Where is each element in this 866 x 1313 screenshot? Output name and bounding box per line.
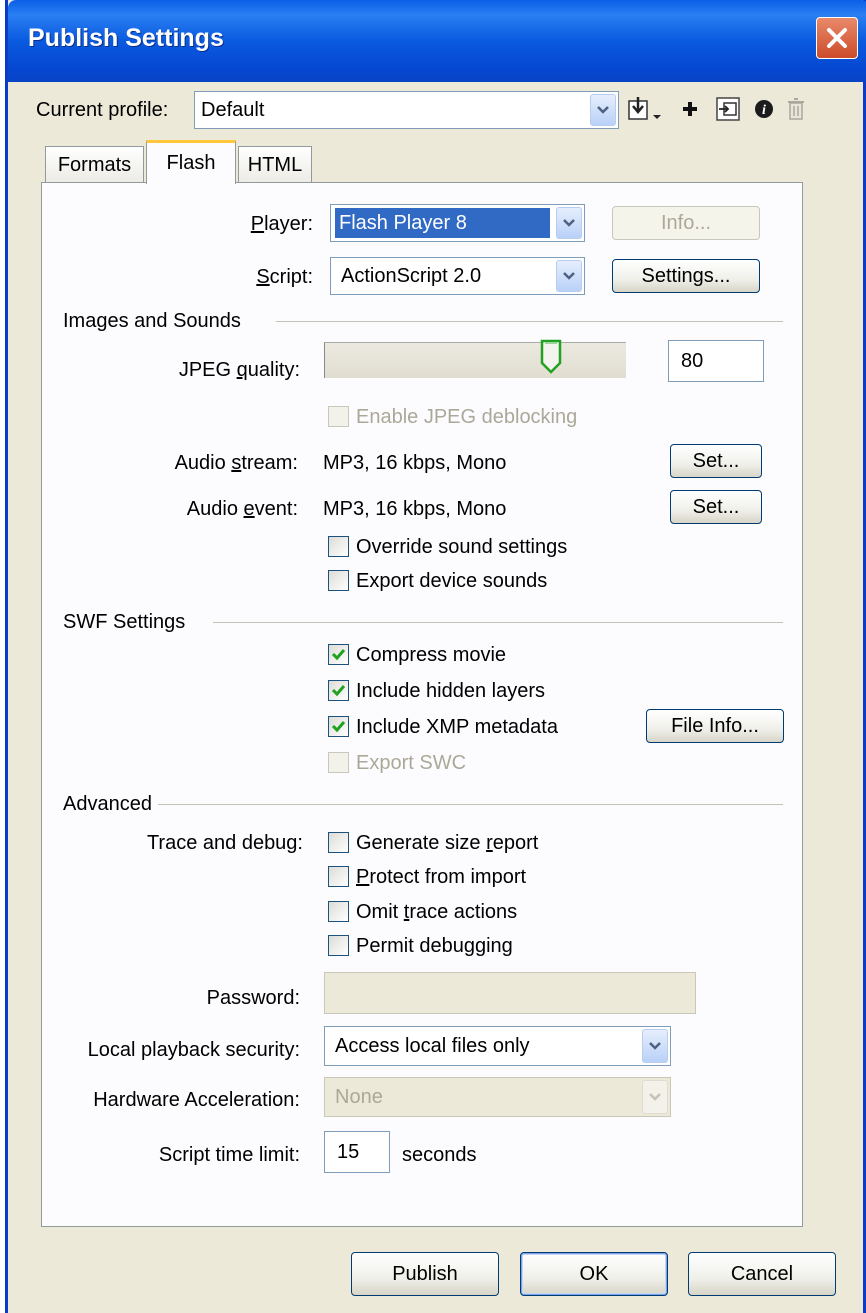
omit-trace-actions-checkbox[interactable] [328,901,349,922]
publish-button[interactable]: Publish [351,1252,499,1296]
chevron-down-icon[interactable] [590,94,616,126]
checkmark-icon [331,649,346,661]
script-settings-button[interactable]: Settings... [612,259,760,293]
checkmark-icon [331,721,346,733]
local-playback-security-dropdown[interactable]: Access local files only [324,1026,671,1066]
info-button[interactable]: Info... [612,206,760,240]
local-playback-security-value: Access local files only [335,1034,530,1057]
script-time-limit-label: Script time limit: [158,1144,300,1166]
protect-from-import-checkbox[interactable] [328,866,349,887]
profile-value: Default [201,98,265,121]
hardware-acceleration-dropdown[interactable]: None [324,1077,671,1117]
override-sound-label: Override sound settings [356,536,568,558]
profile-info-icon: i [755,100,773,118]
generate-size-report-checkbox[interactable] [328,832,349,853]
file-info-button[interactable]: File Info... [646,709,784,743]
swf-settings-heading: SWF Settings [63,611,186,633]
hardware-acceleration-value: None [335,1085,383,1108]
export-swc-label: Export SWC [356,752,467,774]
audio-stream-set-button[interactable]: Set... [670,444,762,478]
advanced-heading: Advanced [63,793,152,815]
override-sound-checkbox[interactable] [328,536,349,557]
permit-debugging-checkbox[interactable] [328,935,349,956]
cancel-button[interactable]: Cancel [688,1252,836,1296]
password-label: Password: [206,987,300,1009]
title-bar[interactable]: Publish Settings [8,0,866,82]
script-value: ActionScript 2.0 [341,264,482,287]
include-hidden-layers-label: Include hidden layers [356,680,546,702]
images-sounds-heading: Images and Sounds [63,310,241,332]
chevron-down-icon[interactable] [642,1080,668,1114]
svg-text:i: i [762,103,766,118]
swf-settings-divider [213,622,783,623]
add-profile-icon [683,102,697,116]
tab-html[interactable]: HTML [238,146,312,183]
seconds-label: seconds [402,1144,477,1166]
audio-event-value: MP3, 16 kbps, Mono [323,498,507,520]
add-profile-button[interactable] [675,94,705,124]
images-sounds-divider [276,321,783,322]
chevron-down-icon[interactable] [642,1029,668,1063]
compress-movie-label: Compress movie [356,644,507,666]
local-playback-security-label: Local playback security: [87,1039,300,1061]
chevron-down-icon[interactable] [556,260,582,292]
close-button[interactable] [816,17,858,59]
hardware-acceleration-label: Hardware Acceleration: [93,1089,300,1111]
tab-formats[interactable]: Formats [45,146,144,183]
include-hidden-layers-checkbox[interactable] [328,680,349,701]
export-device-sounds-label: Export device sounds [356,570,548,592]
permit-debugging-label: Permit debugging [356,935,513,957]
export-device-sounds-checkbox[interactable] [328,570,349,591]
duplicate-profile-button[interactable] [713,94,743,124]
protect-from-import-label: Protect from import [356,866,527,888]
delete-profile-button[interactable] [781,94,811,124]
export-swc-checkbox[interactable] [328,752,349,773]
audio-stream-value: MP3, 16 kbps, Mono [323,452,507,474]
publish-settings-window: Publish Settings Current profile: Defaul… [5,0,866,1313]
compress-movie-checkbox[interactable] [328,644,349,665]
profile-info-button[interactable]: i [749,94,779,124]
password-input[interactable] [324,972,696,1014]
window-title: Publish Settings [28,24,224,52]
jpeg-quality-slider[interactable] [324,339,626,378]
audio-stream-label: Audio stream: [174,452,298,474]
player-label: Player: [250,213,313,235]
duplicate-profile-icon [716,97,740,121]
generate-size-report-label: Generate size report [356,832,539,854]
flash-tab-panel [41,182,803,1227]
ok-button[interactable]: OK [520,1252,668,1296]
player-dropdown[interactable]: Flash Player 8 [330,204,585,242]
enable-jpeg-deblocking-label: Enable JPEG deblocking [356,406,578,428]
omit-trace-actions-label: Omit trace actions [356,901,518,923]
include-xmp-metadata-checkbox[interactable] [328,716,349,737]
import-export-icon [628,97,661,120]
include-xmp-metadata-label: Include XMP metadata [356,716,558,738]
script-dropdown[interactable]: ActionScript 2.0 [330,257,585,295]
script-time-limit-input[interactable]: 15 [324,1131,390,1173]
import-export-button[interactable] [625,94,665,124]
delete-profile-icon [788,98,804,120]
jpeg-quality-label: JPEG quality: [178,359,300,381]
jpeg-quality-input[interactable]: 80 [668,340,764,382]
slider-thumb[interactable] [540,339,562,375]
tab-flash[interactable]: Flash [146,140,236,184]
profile-dropdown[interactable]: Default [194,91,619,129]
enable-jpeg-deblocking-checkbox[interactable] [328,406,349,427]
player-value: Flash Player 8 [335,208,550,238]
audio-event-label: Audio event: [186,498,298,520]
current-profile-label: Current profile: [36,99,169,121]
checkmark-icon [331,685,346,697]
trace-debug-label: Trace and debug: [146,832,303,854]
audio-event-set-button[interactable]: Set... [670,490,762,524]
close-icon [827,28,847,48]
chevron-down-icon[interactable] [556,207,582,239]
advanced-divider [158,804,783,805]
script-label: Script: [256,266,313,288]
